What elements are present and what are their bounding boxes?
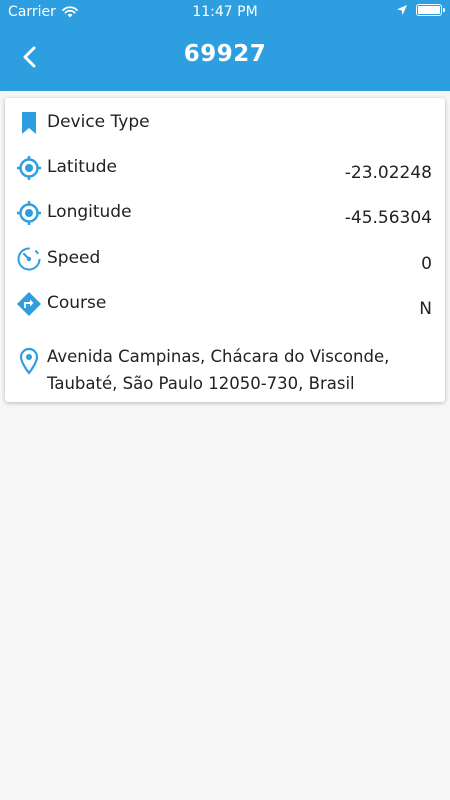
latitude-label: Latitude (47, 157, 117, 177)
app-header: Carrier 11:47 PM 69927 (0, 0, 450, 91)
longitude-label: Longitude (47, 202, 132, 222)
status-indicators (396, 4, 445, 16)
latitude-value: -23.02248 (344, 163, 432, 183)
longitude-value: -45.56304 (344, 208, 432, 228)
speed-label: Speed (47, 248, 101, 268)
direction-sign-icon (16, 291, 42, 317)
device-details-card: Device Type Latitude -23.02248 Longitude… (5, 98, 445, 402)
device-type-label: Device Type (47, 112, 150, 132)
map-pin-icon (16, 346, 42, 376)
location-arrow-icon (397, 5, 407, 15)
speed-row: Speed 0 (5, 240, 445, 280)
longitude-row: Longitude -45.56304 (5, 194, 445, 234)
course-label: Course (47, 293, 107, 313)
nav-bar: 69927 (0, 30, 450, 86)
crosshair-icon (16, 155, 42, 181)
latitude-row: Latitude -23.02248 (5, 149, 445, 189)
bookmark-icon (16, 110, 42, 136)
speed-value: 0 (421, 254, 432, 274)
course-row: Course N (5, 285, 445, 325)
page-title: 69927 (183, 41, 267, 67)
status-time: 11:47 PM (192, 4, 258, 20)
crosshair-icon (16, 200, 42, 226)
course-value: N (419, 299, 432, 319)
speedometer-icon (16, 246, 42, 272)
address-text: Avenida Campinas, Chácara do Visconde, T… (47, 347, 390, 393)
address-row: Avenida Campinas, Chácara do Visconde, T… (5, 338, 445, 398)
battery-icon (416, 4, 445, 16)
status-bar: Carrier 11:47 PM (0, 0, 450, 24)
device-type-row: Device Type (5, 104, 445, 144)
